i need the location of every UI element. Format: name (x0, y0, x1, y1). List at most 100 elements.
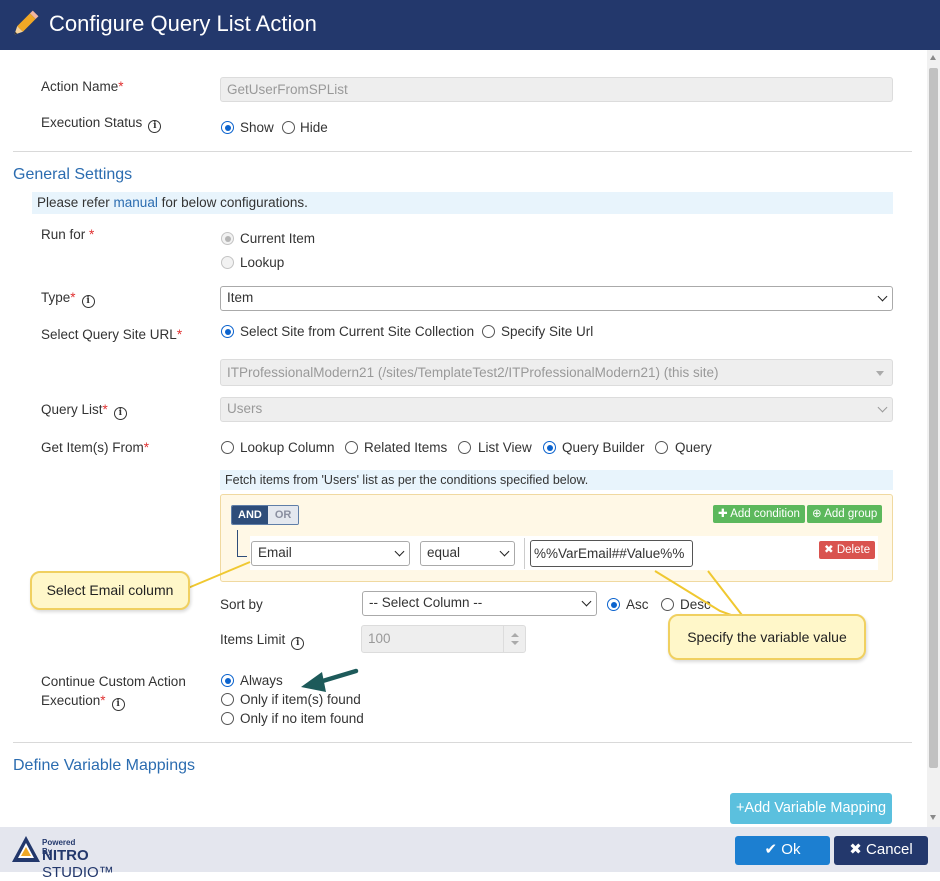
items-limit-label: Items Limit i (220, 632, 305, 650)
query-builder-label: Query Builder (562, 440, 645, 455)
and-or-toggle[interactable]: AND OR (231, 505, 300, 525)
plus-circle-icon: ⊕ (812, 508, 825, 520)
specify-site-url-radio[interactable] (482, 325, 495, 338)
manual-link[interactable]: manual (114, 195, 158, 210)
specify-site-url-label: Specify Site Url (501, 324, 594, 339)
info-icon: i (291, 637, 305, 650)
rule-separator (524, 538, 525, 569)
continue-if-not-found-label: Only if no item found (240, 711, 364, 726)
plus-icon: ✚ (718, 508, 731, 520)
run-for-current-item-label: Current Item (240, 231, 316, 246)
continue-execution-label-line2: Execution* i (41, 693, 125, 711)
action-name-label: Action Name* (41, 79, 124, 94)
site-url-select[interactable]: ITProfessionalModern21 (/sites/TemplateT… (220, 359, 893, 386)
sort-column-select[interactable]: -- Select Column -- (362, 591, 597, 616)
general-settings-heading: General Settings (13, 166, 133, 183)
continue-if-not-found-radio[interactable] (221, 712, 234, 725)
run-for-lookup-label: Lookup (240, 255, 285, 270)
execution-status-show-radio[interactable] (221, 121, 234, 134)
rule-value-input[interactable]: %%VarEmail##Value%% (530, 540, 693, 567)
delete-rule-button[interactable]: ✖ Delete (819, 541, 876, 559)
query-builder-hint: Fetch items from 'Users' list as per the… (220, 470, 893, 490)
chevron-down-icon (499, 546, 510, 557)
query-site-label: Select Query Site URL* (41, 327, 183, 342)
info-icon: i (81, 295, 95, 308)
sort-asc-label: Asc (626, 597, 649, 612)
cancel-button[interactable]: ✖ Cancel (834, 836, 928, 865)
list-view-label: List View (478, 440, 532, 455)
run-for-lookup-radio[interactable] (221, 256, 234, 269)
scrollbar[interactable] (927, 50, 940, 827)
spinner-down-icon[interactable] (511, 641, 519, 645)
or-button[interactable]: OR (267, 506, 299, 524)
add-group-button[interactable]: ⊕ Add group (807, 505, 883, 523)
continue-execution-label-line1: Continue Custom Action (41, 674, 186, 689)
type-select[interactable]: Item (220, 286, 893, 311)
callout-select-email: Select Email column (30, 571, 190, 610)
chevron-down-icon (877, 402, 888, 413)
lookup-column-label: Lookup Column (240, 440, 335, 455)
query-list-select[interactable]: Users (220, 397, 893, 422)
related-items-label: Related Items (364, 440, 448, 455)
close-icon: ✖ (824, 544, 837, 556)
execution-status-hide-radio[interactable] (282, 121, 295, 134)
info-icon: i (111, 698, 125, 711)
continue-always-radio[interactable] (221, 674, 234, 687)
current-site-collection-label: Select Site from Current Site Collection (240, 324, 475, 339)
scroll-up-icon[interactable] (930, 55, 936, 60)
get-items-from-label: Get Item(s) From* (41, 440, 150, 455)
spinner-up-icon[interactable] (511, 633, 519, 637)
rule-operator-select[interactable]: equal (420, 541, 515, 566)
execution-status-show-label: Show (240, 120, 274, 135)
and-button[interactable]: AND (232, 506, 268, 524)
info-icon: i (113, 407, 127, 420)
type-label: Type* i (41, 290, 95, 308)
sort-asc-radio[interactable] (607, 598, 620, 611)
scroll-down-icon[interactable] (930, 815, 936, 820)
add-variable-mapping-button[interactable]: +Add Variable Mapping (730, 793, 892, 824)
divider (13, 742, 912, 743)
action-name-input[interactable]: GetUserFromSPList (220, 77, 893, 102)
manual-notice: Please refer manual for below configurat… (32, 192, 893, 214)
execution-status-label: Execution Status i (41, 115, 162, 133)
execution-status-hide-label: Hide (300, 120, 328, 135)
lookup-column-radio[interactable] (221, 441, 234, 454)
pencil-icon (14, 10, 39, 35)
number-spinner[interactable] (503, 626, 525, 652)
add-condition-button[interactable]: ✚ Add condition (713, 505, 805, 523)
query-list-label: Query List* i (41, 402, 127, 420)
check-icon: ✔ (764, 841, 782, 858)
brand-name: NITRO STUDIO™ (42, 847, 114, 881)
continue-if-found-label: Only if item(s) found (240, 692, 361, 707)
info-icon: i (148, 120, 162, 133)
dropdown-arrow-icon (876, 371, 884, 376)
sort-by-label: Sort by (220, 597, 263, 612)
chevron-down-icon (877, 291, 888, 302)
rule-connector (237, 530, 247, 557)
query-label: Query (675, 440, 712, 455)
arrow-icon (301, 668, 359, 692)
run-for-current-item-radio[interactable] (221, 232, 234, 245)
run-for-label: Run for * (41, 227, 95, 242)
sort-desc-label: Desc (680, 597, 711, 612)
continue-if-found-radio[interactable] (221, 693, 234, 706)
close-icon: ✖ (849, 841, 867, 858)
callout-variable-value: Specify the variable value (668, 614, 866, 660)
nitro-logo-icon (12, 836, 40, 862)
chevron-down-icon (394, 546, 405, 557)
ok-button[interactable]: ✔ Ok (735, 836, 830, 865)
query-radio[interactable] (655, 441, 668, 454)
continue-always-label: Always (240, 673, 283, 688)
chevron-down-icon (581, 596, 592, 607)
related-items-radio[interactable] (345, 441, 358, 454)
items-limit-input[interactable]: 100 (361, 625, 526, 653)
scrollbar-thumb[interactable] (929, 68, 938, 768)
current-site-collection-radio[interactable] (221, 325, 234, 338)
dialog-title: Configure Query List Action (49, 11, 317, 36)
sort-desc-radio[interactable] (661, 598, 674, 611)
variable-mappings-heading: Define Variable Mappings (13, 757, 196, 774)
divider (13, 151, 912, 152)
query-builder-radio[interactable] (543, 441, 556, 454)
list-view-radio[interactable] (458, 441, 471, 454)
rule-field-select[interactable]: Email (251, 541, 410, 566)
